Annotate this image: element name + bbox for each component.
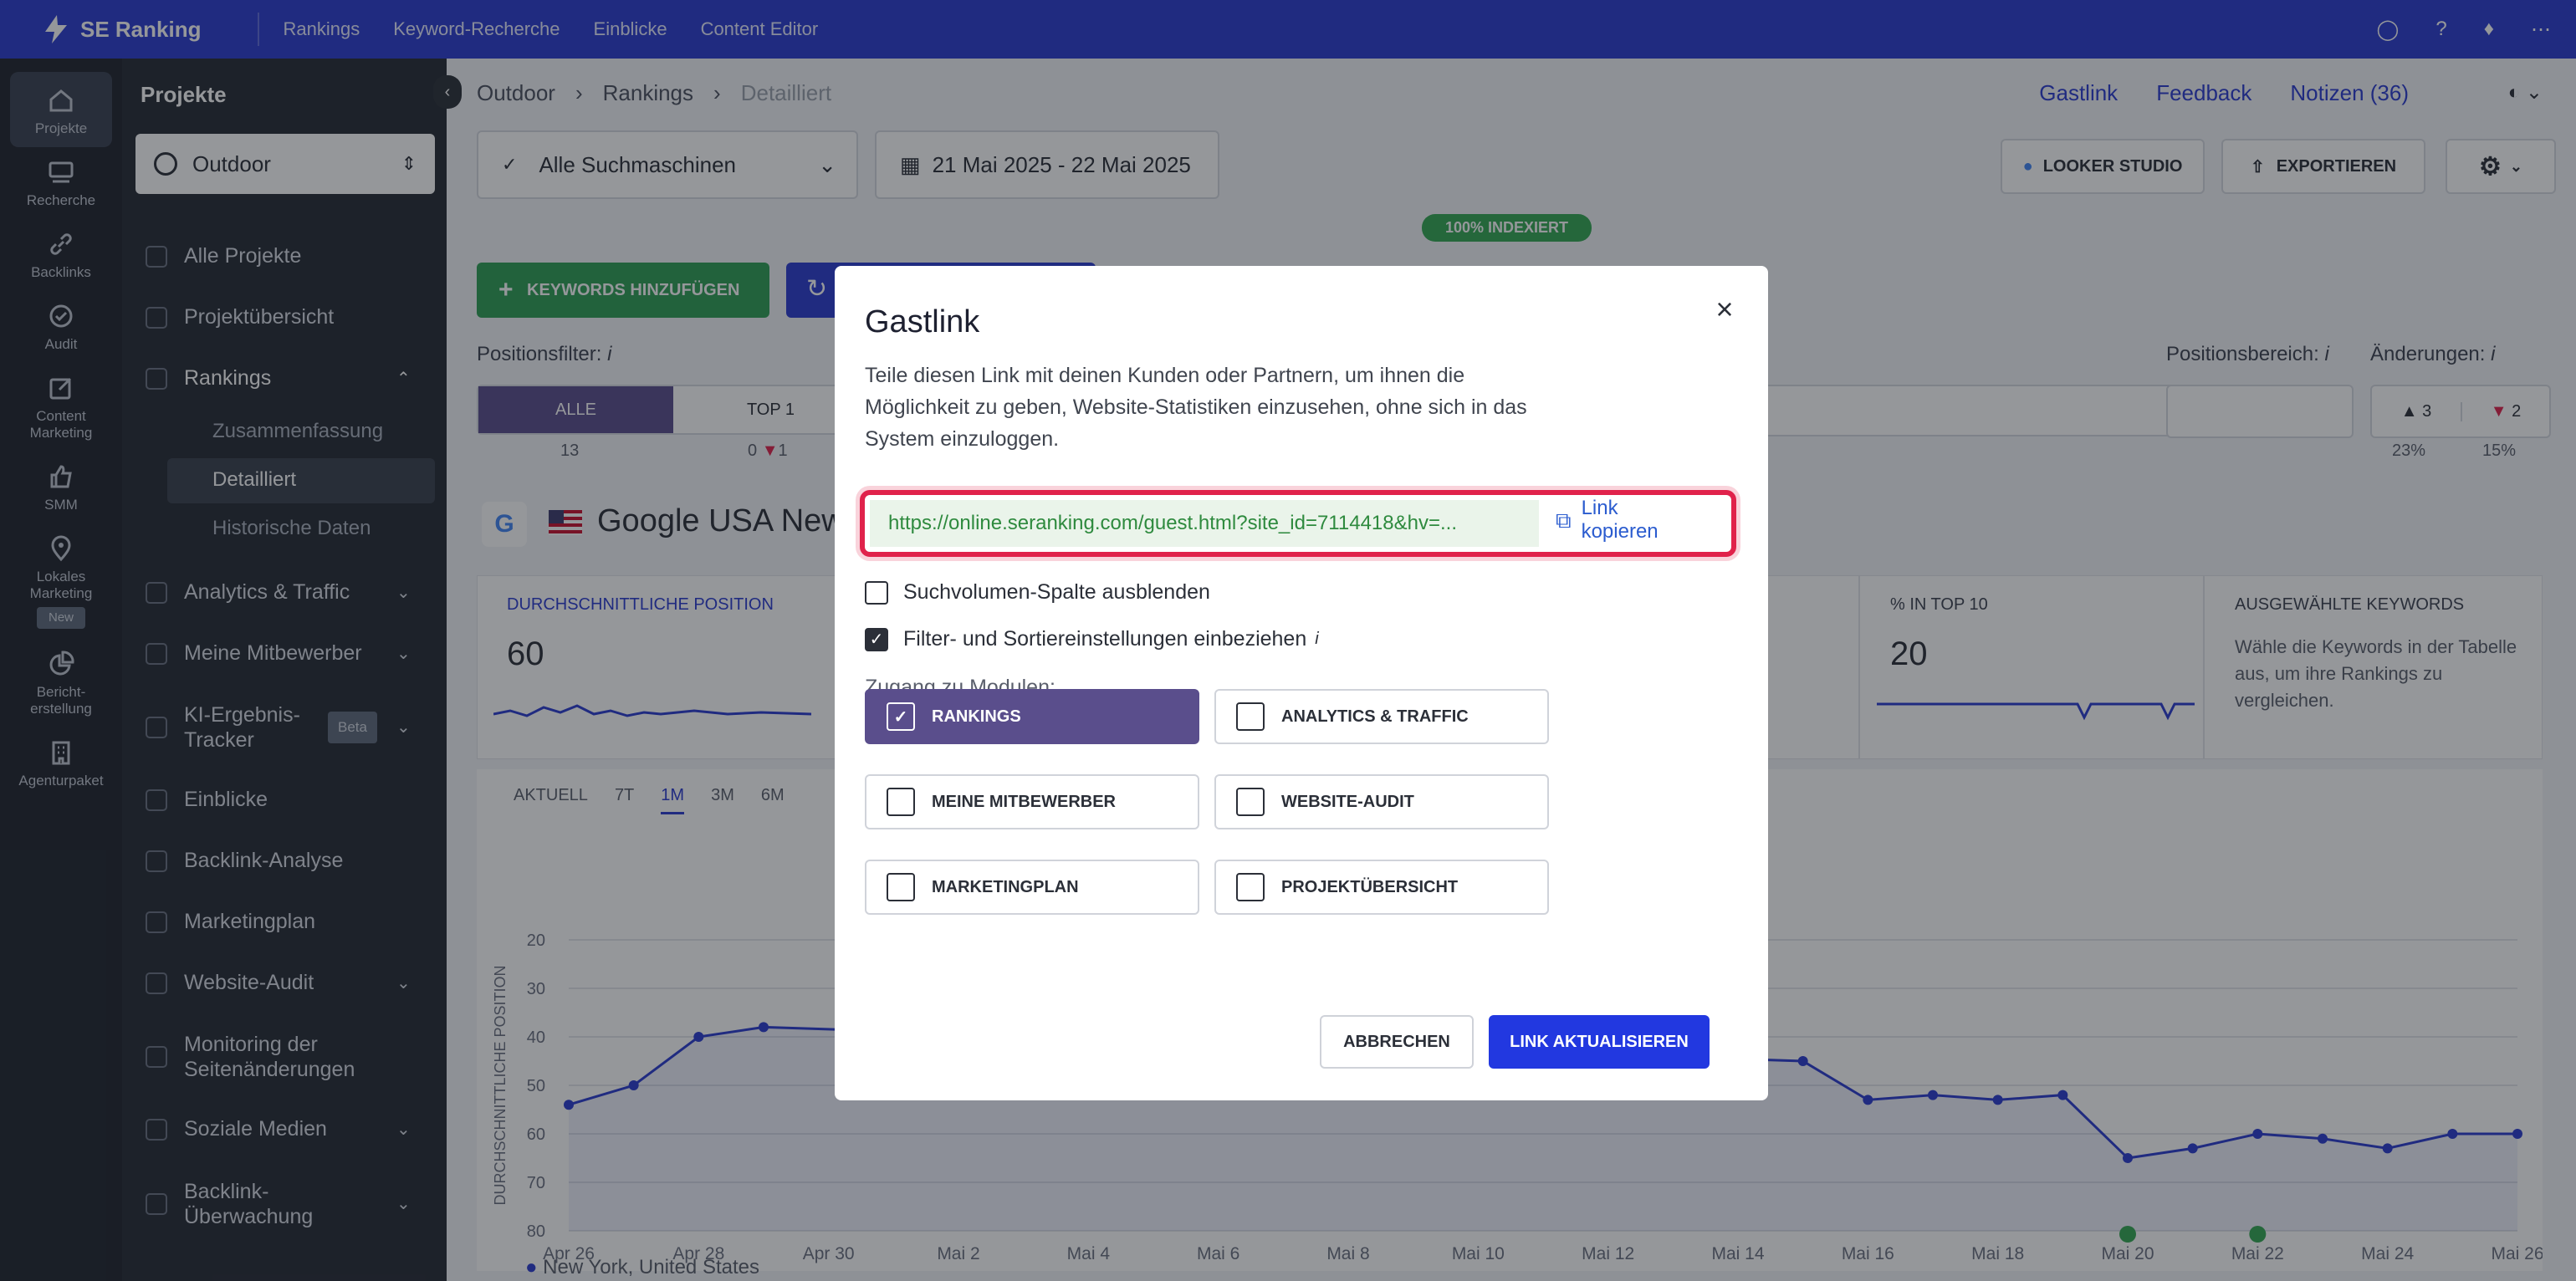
module-analytics[interactable]: ANALYTICS & TRAFFIC: [1214, 689, 1549, 744]
module-competitors[interactable]: MEINE MITBEWERBER: [865, 774, 1199, 829]
checkbox-checked-icon: ✓: [865, 627, 888, 651]
guest-link-box: https://online.seranking.com/guest.html?…: [860, 490, 1736, 557]
update-link-button[interactable]: LINK AKTUALISIEREN: [1489, 1015, 1710, 1069]
module-website-audit[interactable]: WEBSITE-AUDIT: [1214, 774, 1549, 829]
guest-link-modal: Gastlink × Teile diesen Link mit deinen …: [835, 266, 1768, 1100]
checkbox-unchecked-icon: [887, 788, 915, 816]
module-label: ANALYTICS & TRAFFIC: [1281, 707, 1469, 726]
hide-volume-checkbox[interactable]: Suchvolumen-Spalte ausblenden: [865, 580, 1210, 605]
hide-volume-label: Suchvolumen-Spalte ausblenden: [903, 580, 1210, 604]
module-rankings[interactable]: ✓ RANKINGS: [865, 689, 1199, 744]
checkbox-unchecked-icon: [1236, 873, 1265, 901]
cancel-button[interactable]: ABBRECHEN: [1320, 1015, 1474, 1069]
info-icon: i: [1315, 630, 1319, 648]
checkbox-unchecked-icon: [1236, 702, 1265, 731]
checkbox-unchecked-icon: [887, 873, 915, 901]
checkbox-unchecked-icon: [865, 580, 888, 605]
close-icon[interactable]: ×: [1706, 291, 1743, 328]
module-label: PROJEKTÜBERSICHT: [1281, 877, 1459, 896]
module-marketing-plan[interactable]: MARKETINGPLAN: [865, 860, 1199, 915]
module-label: RANKINGS: [932, 707, 1021, 726]
module-label: MARKETINGPLAN: [932, 877, 1079, 896]
copy-link-label: Link kopieren: [1581, 497, 1659, 543]
modal-description: Teile diesen Link mit deinen Kunden oder…: [865, 364, 1527, 451]
checkbox-checked-icon: ✓: [887, 702, 915, 731]
module-label: WEBSITE-AUDIT: [1281, 792, 1414, 811]
modal-title: Gastlink: [865, 304, 980, 339]
include-filters-label: Filter- und Sortiereinstellungen einbezi…: [903, 627, 1307, 651]
guest-link-url[interactable]: https://online.seranking.com/guest.html?…: [870, 500, 1539, 547]
module-label: MEINE MITBEWERBER: [932, 792, 1116, 811]
module-project-overview[interactable]: PROJEKTÜBERSICHT: [1214, 860, 1549, 915]
copy-icon: ⧉: [1556, 508, 1572, 533]
include-filters-checkbox[interactable]: ✓ Filter- und Sortiereinstellungen einbez…: [865, 627, 1319, 651]
checkbox-unchecked-icon: [1236, 788, 1265, 816]
copy-link-button[interactable]: ⧉ Link kopieren: [1556, 497, 1723, 544]
